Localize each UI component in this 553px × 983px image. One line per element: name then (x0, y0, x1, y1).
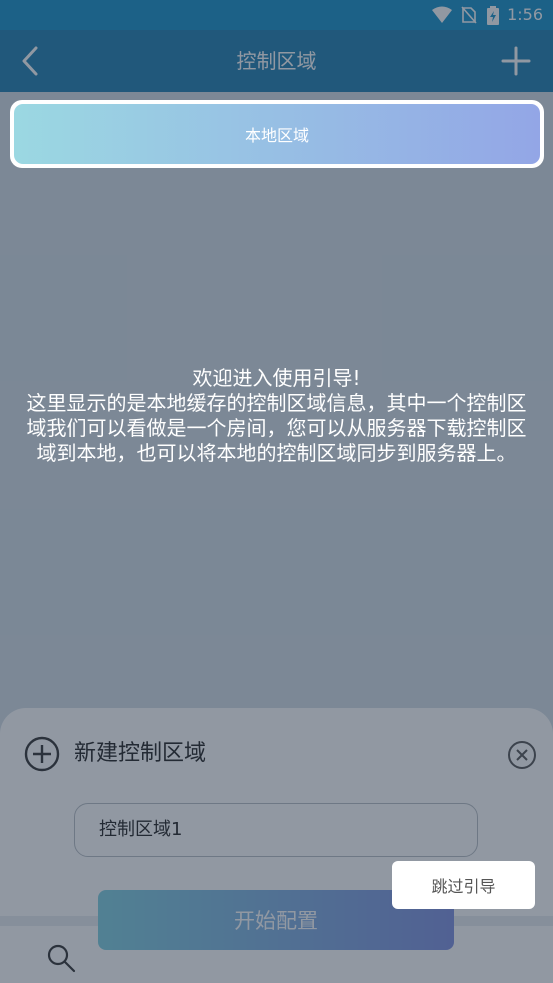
region-item-label: 本地区域 (14, 104, 540, 164)
guide-message: 欢迎进入使用引导! 这里显示的是本地缓存的控制区域信息，其中一个控制区域我们可以… (26, 366, 527, 465)
skip-guide-button[interactable]: 跳过引导 (392, 861, 535, 909)
region-item-local[interactable]: 本地区域 (10, 100, 544, 168)
guide-text: 欢迎进入使用引导! 这里显示的是本地缓存的控制区域信息，其中一个控制区域我们可以… (18, 366, 535, 466)
